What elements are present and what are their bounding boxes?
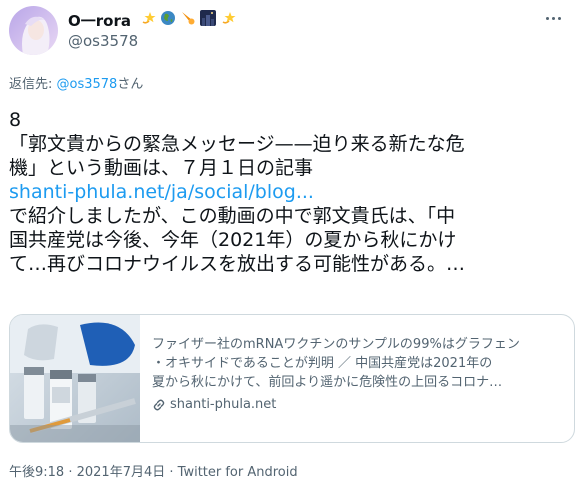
dizzy-star-icon: [142, 12, 156, 24]
tweet-line: 国共産党は今後、今年（2021年）の夏から秋にかけ: [9, 229, 457, 251]
meta-separator: ·: [165, 465, 178, 480]
tweet-line: 8: [9, 109, 22, 131]
dot: [545, 16, 549, 20]
name-emojis: [140, 10, 236, 28]
tweet-text: 8 「郭文貴からの緊急メッセージ——迫り来る新たな危 機」という動画は、７月１日…: [9, 108, 574, 276]
tweet-line: で紹介しましたが、この動画の中で郭文貴氏は、「中: [9, 205, 456, 227]
tweet-meta: 午後9:18 · 2021年7月4日 · Twitter for Android: [9, 461, 298, 480]
more-options-icon[interactable]: [540, 8, 566, 28]
dot: [551, 16, 555, 20]
card-domain-text: shanti-phula.net: [170, 397, 277, 412]
display-name[interactable]: O一rora: [68, 10, 131, 31]
card-domain: shanti-phula.net: [152, 395, 564, 414]
link-icon: [153, 399, 165, 410]
card-title-line: 夏から秋にかけて、前回より遥かに危険性の上回るコロナ…: [152, 375, 503, 390]
dizzy-star-icon: [222, 12, 236, 24]
tweet-source[interactable]: Twitter for Android: [178, 465, 298, 480]
avatar[interactable]: [9, 6, 58, 55]
globe-icon: [161, 11, 175, 25]
reply-prefix: 返信先:: [9, 77, 57, 92]
card-title-line: ファイザー社のmRNAワクチンのサンプルの99%はグラフェン: [152, 337, 520, 352]
link-preview-card[interactable]: ファイザー社のmRNAワクチンのサンプルの99%はグラフェン ・オキサイドである…: [9, 314, 575, 443]
card-text: ファイザー社のmRNAワクチンのサンプルの99%はグラフェン ・オキサイドである…: [152, 335, 564, 414]
dot: [557, 16, 561, 20]
reply-context: 返信先: @os3578さん: [9, 73, 143, 92]
vaccine-vials-syringe-image: [10, 315, 140, 442]
tweet-time[interactable]: 午後9:18: [9, 465, 64, 480]
tweet-line: 「郭文貴からの緊急メッセージ——迫り来る新たな危: [9, 133, 465, 155]
tweet-line: て…再びコロナウイルスを放出する可能性がある。…: [9, 253, 466, 275]
meta-separator: ·: [64, 465, 77, 480]
reply-mention-link[interactable]: @os3578: [57, 77, 118, 92]
tweet-link[interactable]: shanti-phula.net/ja/social/blog...: [9, 180, 574, 204]
card-title-line: ・オキサイドであることが判明 ／ 中国共産党は2021年の: [152, 356, 493, 371]
comet-icon: [182, 12, 195, 25]
reply-suffix: さん: [117, 77, 144, 92]
user-handle[interactable]: @os3578: [68, 32, 138, 50]
tweet-line: 機」という動画は、７月１日の記事: [9, 157, 314, 179]
tweet-date[interactable]: 2021年7月4日: [77, 465, 166, 480]
night-city-icon: [200, 10, 216, 26]
